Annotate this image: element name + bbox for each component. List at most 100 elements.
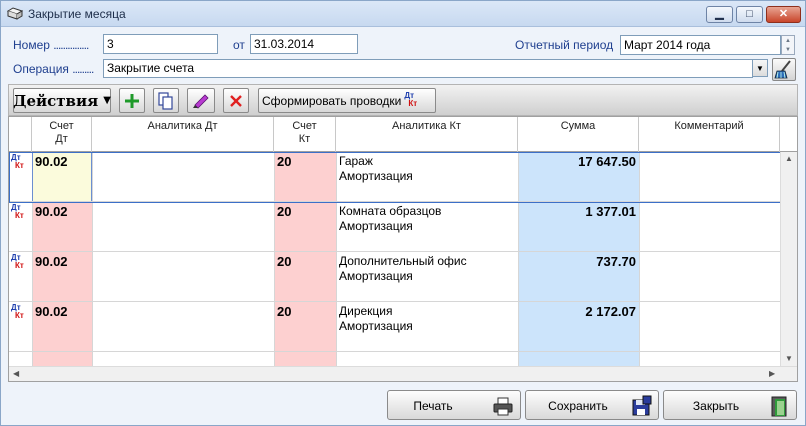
cell-acc-dt[interactable]: 90.02 (32, 302, 92, 352)
analytics-kt-line: Комната образцов (339, 204, 442, 218)
number-label: Номер ............... (13, 38, 89, 52)
vertical-scrollbar[interactable]: ▲ ▼ (780, 152, 797, 366)
scroll-up-icon[interactable]: ▲ (785, 154, 793, 163)
save-label: Сохранить (548, 399, 608, 413)
delete-icon (230, 94, 242, 107)
app-icon (7, 7, 23, 20)
title-bar: Закрытие месяца ▁ □ ✕ (1, 1, 805, 27)
floppy-disk-icon (632, 395, 652, 416)
header-analytics-kt[interactable]: Аналитика Кт (336, 117, 518, 152)
period-label: Отчетный период (515, 38, 614, 52)
actions-menu-button[interactable]: Действия ▼ (13, 88, 111, 113)
period-field[interactable]: Март 2014 года (620, 35, 781, 55)
minimize-button[interactable]: ▁ (706, 6, 733, 23)
print-label: Печать (413, 399, 453, 413)
chevron-down-icon: ▼ (756, 63, 764, 73)
cell-acc-dt[interactable]: 90.02 (32, 202, 92, 252)
analytics-kt-line: Амортизация (339, 219, 413, 233)
cell-acc-kt[interactable]: 20 (274, 302, 336, 352)
copy-icon (158, 91, 173, 110)
header-amount[interactable]: Сумма (518, 117, 639, 152)
cell-comment[interactable] (639, 302, 780, 352)
close-window-button[interactable]: ✕ (766, 6, 801, 23)
header-acc-dt[interactable]: Счет Дт (32, 117, 92, 152)
cell-acc-kt[interactable]: 20 (274, 152, 336, 202)
analytics-kt-line: Амортизация (339, 169, 413, 183)
edit-row-button[interactable] (187, 88, 215, 113)
table-row[interactable]: Дт Кт 90.02 20 Комната образцов Амортизац… (9, 202, 797, 252)
table-row[interactable]: Дт Кт 90.02 20 Гараж Амортизация 17 647.5… (9, 152, 797, 202)
cell-comment[interactable] (639, 252, 780, 302)
cell-acc-kt[interactable]: 20 (274, 252, 336, 302)
table-row[interactable]: Дт Кт 90.02 20 Дополнительный офис Аморти… (9, 252, 797, 302)
date-label: от (233, 38, 245, 52)
broom-icon (774, 60, 791, 79)
analytics-kt-line: Амортизация (339, 319, 413, 333)
analytics-kt-line: Дирекция (339, 304, 393, 318)
spin-up-icon[interactable]: ▲ (785, 38, 791, 44)
cell-amount[interactable]: 2 172.07 (518, 302, 639, 352)
maximize-icon: □ (746, 8, 753, 20)
grid-header: Счет Дт Аналитика Дт Счет Кт Аналитика К… (9, 117, 797, 152)
scroll-down-icon[interactable]: ▼ (785, 354, 793, 363)
chevron-down-icon: ▼ (103, 95, 111, 106)
dt-kt-icon: Дт Кт (11, 153, 24, 170)
cell-acc-kt[interactable]: 20 (274, 202, 336, 252)
dt-kt-icon: Дт Кт (11, 203, 24, 220)
header-marker (9, 117, 32, 152)
header-analytics-dt[interactable]: Аналитика Дт (92, 117, 274, 152)
dt-kt-icon: Дт Кт (404, 90, 418, 108)
actions-label: Действия (13, 91, 99, 110)
delete-row-button[interactable] (223, 88, 249, 113)
date-field[interactable]: 31.03.2014 (250, 34, 358, 54)
close-label: Закрыть (692, 399, 740, 413)
cell-comment[interactable] (639, 152, 780, 202)
analytics-kt-line: Дополнительный офис (339, 254, 467, 268)
table-row[interactable]: Дт Кт 90.02 20 Дирекция Амортизация 2 172… (9, 302, 797, 352)
scroll-right-icon[interactable]: ▶ (769, 369, 775, 378)
dt-kt-icon: Дт Кт (11, 303, 24, 320)
cell-analytics-dt[interactable] (92, 252, 274, 302)
spin-down-icon[interactable]: ▼ (785, 47, 791, 53)
header-acc-kt[interactable]: Счет Кт (274, 117, 336, 152)
dt-kt-icon: Дт Кт (11, 253, 24, 270)
cell-analytics-dt[interactable] (92, 152, 274, 202)
operation-dropdown-button[interactable]: ▼ (752, 59, 768, 77)
cell-analytics-kt[interactable]: Дирекция Амортизация (336, 302, 518, 352)
header-comment[interactable]: Комментарий (639, 117, 780, 152)
cell-comment[interactable] (639, 202, 780, 252)
printer-icon (493, 397, 513, 416)
print-button[interactable]: Печать (387, 390, 521, 420)
cell-analytics-kt[interactable]: Дополнительный офис Амортизация (336, 252, 518, 302)
cell-analytics-kt[interactable]: Комната образцов Амортизация (336, 202, 518, 252)
cell-amount[interactable]: 737.70 (518, 252, 639, 302)
cell-analytics-dt[interactable] (92, 302, 274, 352)
horizontal-scrollbar[interactable]: ◀ ▶ (9, 366, 797, 381)
scroll-left-icon[interactable]: ◀ (13, 369, 19, 378)
analytics-kt-line: Амортизация (339, 269, 413, 283)
save-button[interactable]: Сохранить (525, 390, 659, 420)
generate-entries-button[interactable]: Сформировать проводки Дт Кт (258, 88, 436, 113)
edit-icon (193, 93, 209, 109)
operation-label: Операция ......... (13, 62, 94, 76)
cell-acc-dt[interactable]: 90.02 (32, 252, 92, 302)
generate-entries-label: Сформировать проводки (262, 93, 402, 108)
operation-select[interactable]: Закрытие счета (103, 59, 753, 78)
window-title: Закрытие месяца (28, 7, 126, 21)
cell-analytics-dt[interactable] (92, 202, 274, 252)
add-row-button[interactable] (119, 88, 145, 113)
cell-amount[interactable]: 17 647.50 (518, 152, 639, 202)
period-spinner[interactable]: ▲ ▼ (781, 35, 795, 55)
minimize-icon: ▁ (715, 8, 724, 20)
copy-row-button[interactable] (153, 88, 179, 113)
maximize-button[interactable]: □ (736, 6, 763, 23)
cell-amount[interactable]: 1 377.01 (518, 202, 639, 252)
clear-operation-button[interactable] (772, 58, 796, 81)
analytics-kt-line: Гараж (339, 154, 373, 168)
grid-toolbar: Действия ▼ Сформировать проводки Дт Кт (8, 84, 798, 116)
cell-acc-dt[interactable]: 90.02 (32, 152, 92, 202)
close-button[interactable]: Закрыть (663, 390, 797, 420)
number-field[interactable]: 3 (103, 34, 218, 54)
entries-grid: Счет Дт Аналитика Дт Счет Кт Аналитика К… (8, 116, 798, 382)
cell-analytics-kt[interactable]: Гараж Амортизация (336, 152, 518, 202)
